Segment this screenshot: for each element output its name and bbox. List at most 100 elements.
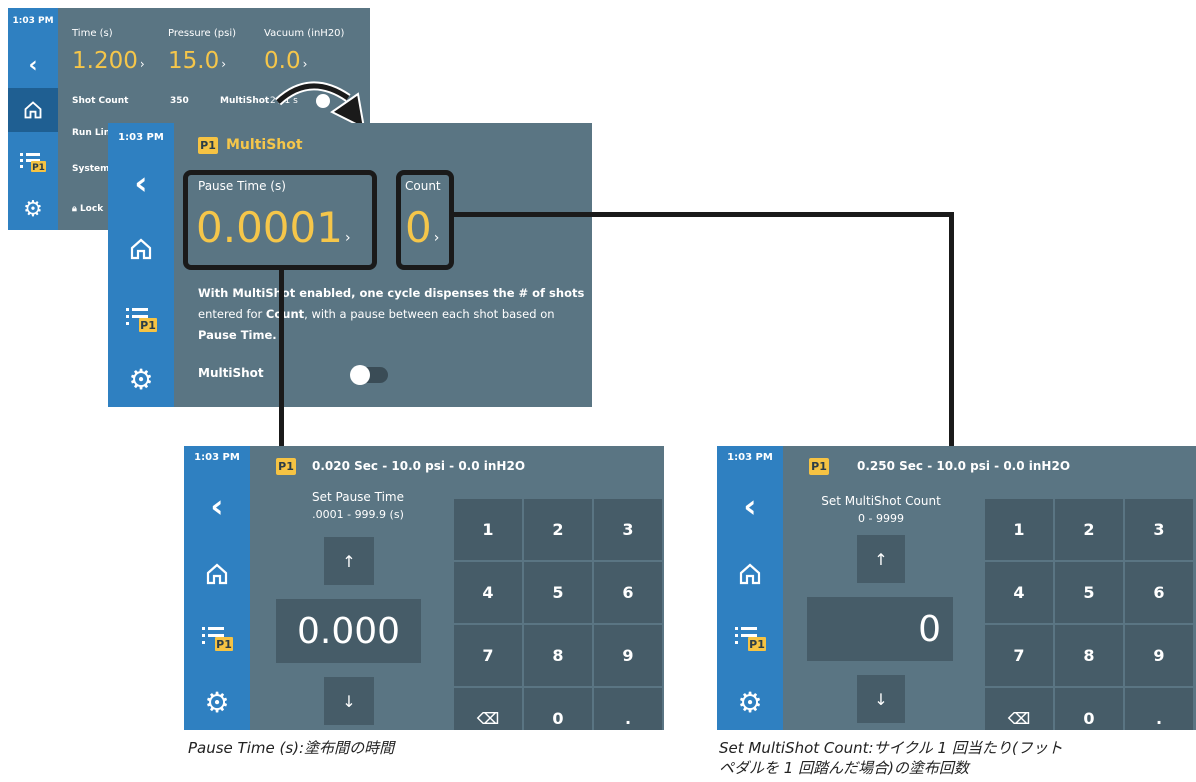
keypad-key-7[interactable]: 7 [985,625,1053,686]
svg-text:P1: P1 [216,638,232,651]
arrow-up-icon: ↑ [342,551,356,571]
program-badge: P1 [276,458,296,475]
sidebar: 1:03 PM ‹ P1 ⚙ [108,123,174,407]
screen-set-multishot-count: 1:03 PM ‹ P1 ⚙ P1 0.250 Sec - 10.0 psi -… [717,446,1196,730]
keypad-key-2[interactable]: 2 [1055,499,1123,560]
pressure-label: Pressure (psi) [168,28,237,39]
program-list-icon[interactable]: P1 [8,144,58,178]
home-icon[interactable] [108,229,174,269]
keypad-key-4[interactable]: 4 [454,562,522,623]
decrement-button[interactable]: ↓ [857,675,905,723]
decimal-key[interactable]: . [594,688,662,730]
program-badge: P1 [198,137,218,154]
back-icon[interactable]: ‹ [8,48,58,82]
range-text: .0001 - 999.9 (s) [312,508,404,521]
pressure-value[interactable]: 15.0 › [168,48,226,74]
run-limit-label[interactable]: Run Lin [72,128,110,138]
time-label: Time (s) [72,28,113,39]
status-header: 0.250 Sec - 10.0 psi - 0.0 inH2O [857,459,1071,473]
vacuum-label: Vacuum (inH20) [264,28,345,39]
caption-left: Pause Time (s):塗布間の時間 [188,739,395,757]
lock-label: Lock [79,204,104,214]
home-icon[interactable] [717,554,783,594]
count-highlight [396,170,454,270]
program-badge: P1 [809,458,829,475]
keypad-key-9[interactable]: 9 [1125,625,1193,686]
keypad-key-3[interactable]: 3 [1125,499,1193,560]
set-title: Set Pause Time [312,490,404,504]
clock: 1:03 PM [118,132,164,143]
description-line-1: With MultiShot enabled, one cycle dispen… [198,286,585,300]
keypad-key-0[interactable]: 0 [524,688,592,730]
lock-button[interactable]: 🔒︎ Lock [72,204,103,214]
caption-right: Set MultiShot Count:サイクル 1 回当たり(フット ペダルを… [719,738,1063,778]
pause-time-highlight [183,170,377,270]
keypad-key-3[interactable]: 3 [594,499,662,560]
connector-right-h [454,212,954,217]
settings-gear-icon[interactable]: ⚙ [717,684,783,720]
backspace-key[interactable]: ⌫ [985,688,1053,730]
keypad-key-1[interactable]: 1 [454,499,522,560]
keypad-key-9[interactable]: 9 [594,625,662,686]
keypad-key-1[interactable]: 1 [985,499,1053,560]
sidebar: 1:03 PM ‹ P1 ⚙ [717,446,783,730]
svg-text:P1: P1 [140,319,156,332]
caption-right-line-1: Set MultiShot Count:サイクル 1 回当たり(フット [719,739,1063,757]
arrow-down-icon: ↓ [874,689,888,709]
keypad-key-6[interactable]: 6 [594,562,662,623]
multishot-toggle-label: MultiShot [198,366,264,380]
settings-gear-icon[interactable]: ⚙ [108,361,174,397]
clock: 1:03 PM [12,16,54,26]
arrow-up-icon: ↑ [874,549,888,569]
arrow-down-icon: ↓ [342,691,356,711]
increment-button[interactable]: ↑ [324,537,374,585]
page-title: MultiShot [226,137,303,153]
keypad-key-8[interactable]: 8 [1055,625,1123,686]
connector-right-v [949,212,954,446]
keypad-key-5[interactable]: 5 [524,562,592,623]
sidebar: 1:03 PM ‹ P1 ⚙ [8,8,58,230]
back-icon[interactable]: ‹ [108,163,174,203]
value-text: 0 [918,608,941,650]
program-list-icon[interactable]: P1 [184,620,250,656]
lock-icon: 🔒︎ [72,204,77,214]
description: With MultiShot enabled, one cycle dispen… [198,283,588,346]
shot-count-value: 350 [170,96,189,106]
svg-text:P1: P1 [749,638,765,651]
value-display: 0 [807,597,953,661]
keypad-key-7[interactable]: 7 [454,625,522,686]
system-label[interactable]: System [72,164,110,174]
svg-text:P1: P1 [32,163,45,173]
connector-left [279,270,284,446]
keypad-key-4[interactable]: 4 [985,562,1053,623]
screen-set-pause-time: 1:03 PM ‹ P1 ⚙ P1 0.020 Sec - 10.0 psi -… [184,446,664,730]
back-icon[interactable]: ‹ [184,486,250,526]
description-line-3: Pause Time. [198,328,277,342]
settings-gear-icon[interactable]: ⚙ [184,684,250,720]
back-icon[interactable]: ‹ [717,486,783,526]
program-list-icon[interactable]: P1 [717,620,783,656]
keypad-key-0[interactable]: 0 [1055,688,1123,730]
keypad-key-2[interactable]: 2 [524,499,592,560]
increment-button[interactable]: ↑ [857,535,905,583]
shot-count-label: Shot Count [72,96,129,106]
keypad-key-6[interactable]: 6 [1125,562,1193,623]
home-icon[interactable] [184,554,250,594]
program-list-icon[interactable]: P1 [108,301,174,337]
multishot-label: MultiShot [220,96,270,106]
clock: 1:03 PM [194,452,240,463]
time-value[interactable]: 1.200 › [72,48,145,74]
sidebar: 1:03 PM ‹ P1 ⚙ [184,446,250,730]
multishot-toggle[interactable] [350,365,388,385]
value-display: 0.000 [276,599,421,663]
decimal-key[interactable]: . [1125,688,1193,730]
settings-gear-icon[interactable]: ⚙ [8,194,58,224]
keypad-key-8[interactable]: 8 [524,625,592,686]
range-text: 0 - 9999 [858,512,904,525]
status-header: 0.020 Sec - 10.0 psi - 0.0 inH2O [312,459,526,473]
clock: 1:03 PM [727,452,773,463]
backspace-key[interactable]: ⌫ [454,688,522,730]
keypad-key-5[interactable]: 5 [1055,562,1123,623]
home-icon[interactable] [8,88,58,132]
decrement-button[interactable]: ↓ [324,677,374,725]
